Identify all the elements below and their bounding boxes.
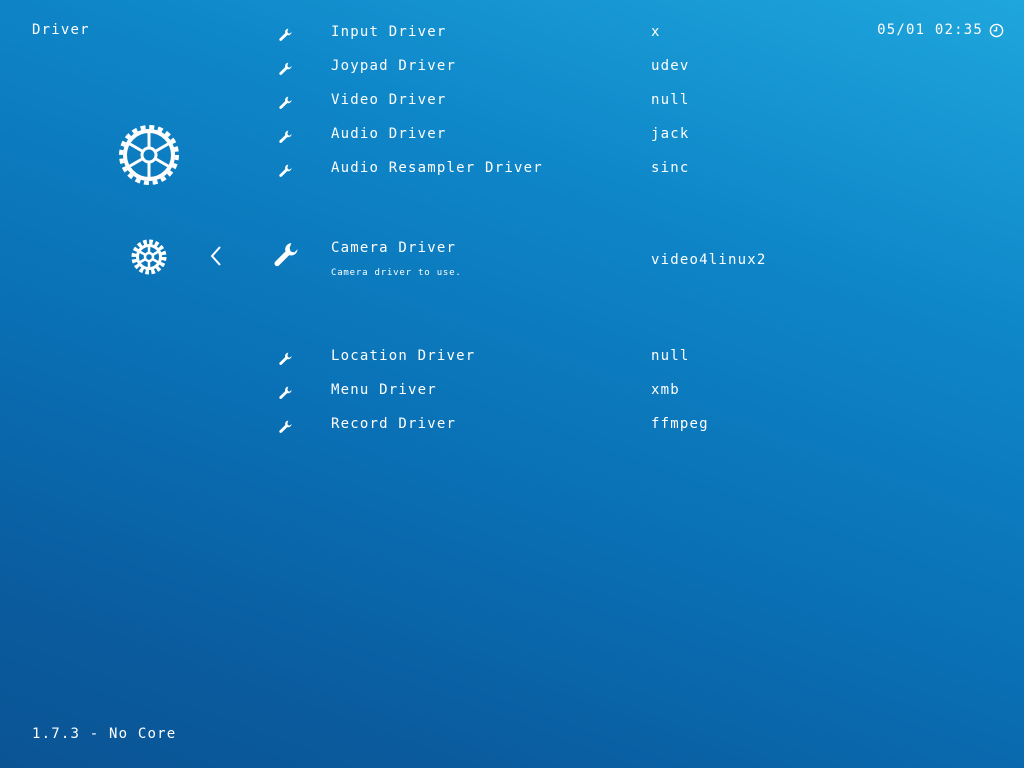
wrench-icon — [278, 163, 294, 179]
menu-item-value: xmb — [651, 382, 680, 398]
menu-item-label: Joypad Driver — [331, 58, 457, 74]
settings-gear-small-icon[interactable] — [130, 238, 168, 280]
menu-item-camera-driver[interactable]: Camera Driver Camera driver to use. vide… — [270, 240, 970, 300]
menu-item-value: udev — [651, 58, 690, 74]
menu-item-video-driver[interactable]: Video Driver null — [270, 88, 970, 118]
clock-icon — [989, 23, 1004, 38]
menu-item-sublabel: Camera driver to use. — [331, 268, 462, 278]
menu-item-audio-resampler-driver[interactable]: Audio Resampler Driver sinc — [270, 156, 970, 186]
menu-item-audio-driver[interactable]: Audio Driver jack — [270, 122, 970, 152]
menu-item-label: Camera Driver — [331, 240, 457, 256]
wrench-icon — [278, 95, 294, 111]
menu-item-input-driver[interactable]: Input Driver x — [270, 20, 970, 50]
menu-item-location-driver[interactable]: Location Driver null — [270, 344, 970, 374]
menu-item-label: Input Driver — [331, 24, 447, 40]
chevron-left-icon[interactable] — [208, 245, 224, 271]
menu-item-value: sinc — [651, 160, 690, 176]
menu-item-label: Audio Resampler Driver — [331, 160, 543, 176]
menu-item-label: Record Driver — [331, 416, 457, 432]
wrench-icon — [278, 27, 294, 43]
wrench-icon — [278, 419, 294, 435]
menu-item-label: Video Driver — [331, 92, 447, 108]
menu-item-joypad-driver[interactable]: Joypad Driver udev — [270, 54, 970, 84]
settings-gear-icon[interactable] — [118, 124, 180, 190]
menu-item-value: null — [651, 92, 690, 108]
menu-item-label: Audio Driver — [331, 126, 447, 142]
menu-item-value: video4linux2 — [651, 252, 767, 268]
wrench-icon — [272, 240, 302, 270]
wrench-icon — [278, 351, 294, 367]
menu-item-record-driver[interactable]: Record Driver ffmpeg — [270, 412, 970, 442]
menu-item-menu-driver[interactable]: Menu Driver xmb — [270, 378, 970, 408]
wrench-icon — [278, 129, 294, 145]
version-label: 1.7.3 - No Core — [32, 726, 177, 742]
menu-item-value: jack — [651, 126, 690, 142]
menu-item-value: ffmpeg — [651, 416, 709, 432]
menu-item-label: Menu Driver — [331, 382, 437, 398]
menu-item-value: x — [651, 24, 661, 40]
wrench-icon — [278, 61, 294, 77]
wrench-icon — [278, 385, 294, 401]
page-title: Driver — [32, 22, 90, 38]
menu-item-value: null — [651, 348, 690, 364]
menu-item-label: Location Driver — [331, 348, 476, 364]
